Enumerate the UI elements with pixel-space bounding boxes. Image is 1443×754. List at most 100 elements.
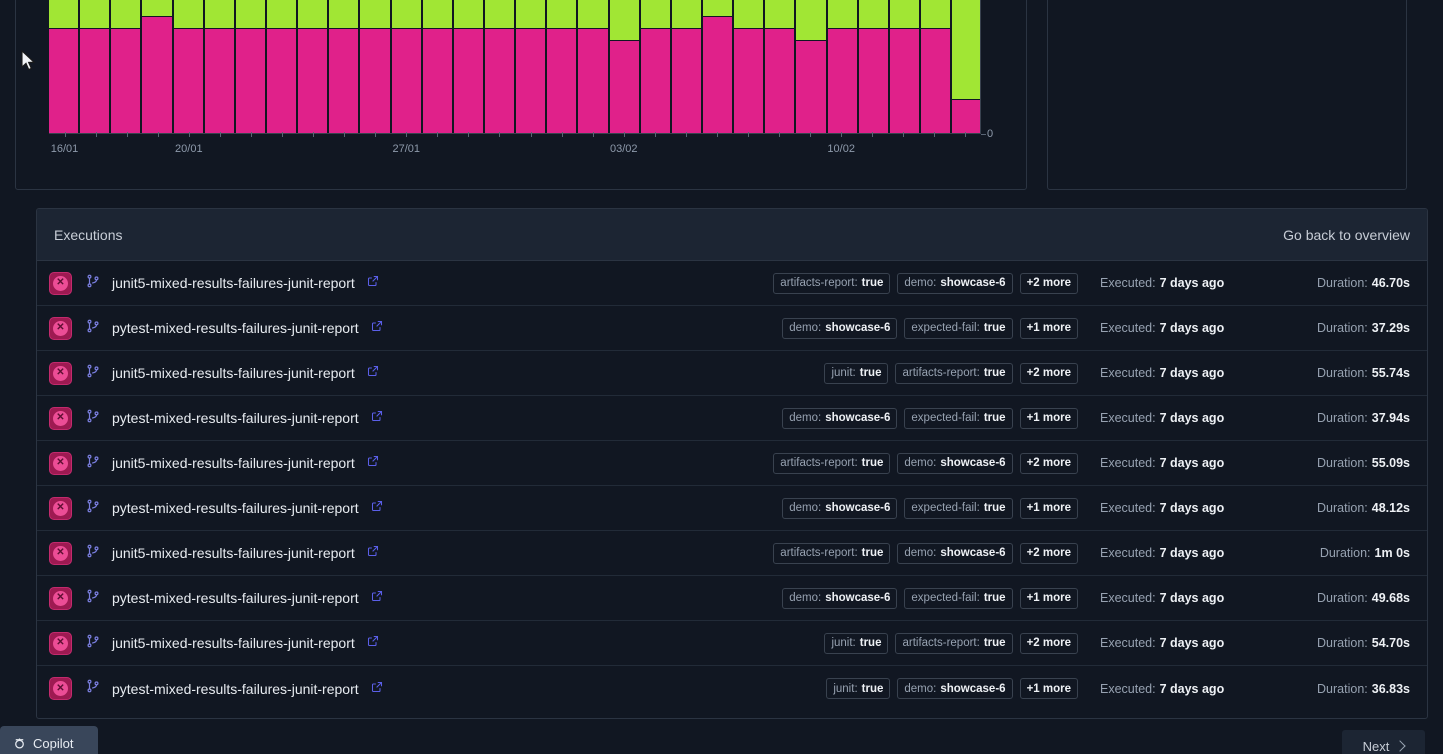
chart-bar-segment-passed xyxy=(859,0,888,28)
execution-name[interactable]: pytest-mixed-results-failures-junit-repo… xyxy=(112,410,359,426)
go-back-to-overview-link[interactable]: Go back to overview xyxy=(1283,227,1410,243)
execution-row[interactable]: ✕junit5-mixed-results-failures-junit-rep… xyxy=(37,261,1427,306)
more-labels-badge[interactable]: +1 more xyxy=(1020,588,1078,609)
chart-x-axis: 16/0120/0127/0103/0210/02 xyxy=(49,137,981,161)
chart-bar[interactable] xyxy=(267,0,296,134)
more-labels-badge[interactable]: +1 more xyxy=(1020,408,1078,429)
chart-bar[interactable] xyxy=(672,0,701,134)
label-badge[interactable]: demo:showcase-6 xyxy=(782,498,897,519)
external-link-icon[interactable] xyxy=(371,680,383,698)
execution-name[interactable]: pytest-mixed-results-failures-junit-repo… xyxy=(112,500,359,516)
external-link-icon[interactable] xyxy=(371,319,383,337)
chart-bar[interactable] xyxy=(765,0,794,134)
execution-name[interactable]: junit5-mixed-results-failures-junit-repo… xyxy=(112,455,355,471)
label-badge[interactable]: demo:showcase-6 xyxy=(782,318,897,339)
label-badge[interactable]: junit:true xyxy=(824,633,888,654)
chart-bar[interactable] xyxy=(578,0,607,134)
copilot-button[interactable]: Copilot xyxy=(0,726,98,754)
chart-bar[interactable] xyxy=(360,0,389,134)
label-badge[interactable]: artifacts-report:true xyxy=(773,273,890,294)
external-link-icon[interactable] xyxy=(367,364,379,382)
duration-value: 49.68s xyxy=(1372,591,1410,605)
chart-bar[interactable] xyxy=(111,0,140,134)
chart-bar[interactable] xyxy=(205,0,234,134)
chart-bar[interactable] xyxy=(952,0,981,134)
external-link-icon[interactable] xyxy=(371,589,383,607)
external-link-icon[interactable] xyxy=(367,454,379,472)
execution-row[interactable]: ✕pytest-mixed-results-failures-junit-rep… xyxy=(37,666,1427,711)
label-badge[interactable]: junit:true xyxy=(824,363,888,384)
chart-bar[interactable] xyxy=(49,0,78,134)
more-labels-badge[interactable]: +2 more xyxy=(1020,453,1078,474)
execution-name[interactable]: pytest-mixed-results-failures-junit-repo… xyxy=(112,320,359,336)
chart-bar[interactable] xyxy=(547,0,576,134)
execution-name[interactable]: pytest-mixed-results-failures-junit-repo… xyxy=(112,590,359,606)
label-badge[interactable]: expected-fail:true xyxy=(904,408,1012,429)
chart-bar[interactable] xyxy=(392,0,421,134)
execution-name[interactable]: junit5-mixed-results-failures-junit-repo… xyxy=(112,545,355,561)
chart-bar[interactable] xyxy=(485,0,514,134)
chart-bar[interactable] xyxy=(796,0,825,134)
label-badge[interactable]: demo:showcase-6 xyxy=(897,273,1012,294)
chart-bar[interactable] xyxy=(828,0,857,134)
chart-bar[interactable] xyxy=(174,0,203,134)
execution-row[interactable]: ✕pytest-mixed-results-failures-junit-rep… xyxy=(37,306,1427,351)
label-badge[interactable]: junit:true xyxy=(826,678,890,699)
label-badge[interactable]: demo:showcase-6 xyxy=(897,678,1012,699)
chart-bar[interactable] xyxy=(142,0,171,134)
more-labels-badge[interactable]: +2 more xyxy=(1020,273,1078,294)
label-badge[interactable]: demo:showcase-6 xyxy=(782,408,897,429)
external-link-icon[interactable] xyxy=(367,544,379,562)
more-labels-badge[interactable]: +1 more xyxy=(1020,498,1078,519)
chart-bar[interactable] xyxy=(734,0,763,134)
label-badge[interactable]: artifacts-report:true xyxy=(773,453,890,474)
duration-value: 54.70s xyxy=(1372,636,1410,650)
chart-bar-segment-failed xyxy=(360,28,389,134)
external-link-icon[interactable] xyxy=(367,634,379,652)
chart-bar[interactable] xyxy=(329,0,358,134)
execution-row[interactable]: ✕pytest-mixed-results-failures-junit-rep… xyxy=(37,396,1427,441)
chart-bar[interactable] xyxy=(516,0,545,134)
more-labels-badge[interactable]: +2 more xyxy=(1020,543,1078,564)
external-link-icon[interactable] xyxy=(371,499,383,517)
chart-bar[interactable] xyxy=(703,0,732,134)
label-badge[interactable]: expected-fail:true xyxy=(904,318,1012,339)
chart-bar[interactable] xyxy=(236,0,265,134)
more-labels-badge[interactable]: +1 more xyxy=(1020,678,1078,699)
label-badge[interactable]: expected-fail:true xyxy=(904,588,1012,609)
execution-row[interactable]: ✕pytest-mixed-results-failures-junit-rep… xyxy=(37,486,1427,531)
label-badge[interactable]: artifacts-report:true xyxy=(773,543,890,564)
chart-bar[interactable] xyxy=(921,0,950,134)
chart-bar[interactable] xyxy=(423,0,452,134)
more-labels-badge[interactable]: +2 more xyxy=(1020,363,1078,384)
label-badge[interactable]: demo:showcase-6 xyxy=(782,588,897,609)
execution-row[interactable]: ✕pytest-mixed-results-failures-junit-rep… xyxy=(37,576,1427,621)
label-badge[interactable]: demo:showcase-6 xyxy=(897,543,1012,564)
label-badge[interactable]: artifacts-report:true xyxy=(895,633,1012,654)
more-labels-badge[interactable]: +1 more xyxy=(1020,318,1078,339)
execution-name[interactable]: junit5-mixed-results-failures-junit-repo… xyxy=(112,275,355,291)
chart-bar[interactable] xyxy=(890,0,919,134)
external-link-icon[interactable] xyxy=(371,409,383,427)
chart-bar[interactable] xyxy=(80,0,109,134)
executed-meta: Executed:7 days ago xyxy=(1100,682,1260,696)
more-labels-badge[interactable]: +2 more xyxy=(1020,633,1078,654)
label-badge[interactable]: artifacts-report:true xyxy=(895,363,1012,384)
label-badge[interactable]: expected-fail:true xyxy=(904,498,1012,519)
execution-name[interactable]: junit5-mixed-results-failures-junit-repo… xyxy=(112,635,355,651)
execution-row[interactable]: ✕junit5-mixed-results-failures-junit-rep… xyxy=(37,351,1427,396)
chart-bar[interactable] xyxy=(859,0,888,134)
chart-bar[interactable] xyxy=(641,0,670,134)
duration-meta: Duration:37.29s xyxy=(1260,321,1410,335)
execution-row[interactable]: ✕junit5-mixed-results-failures-junit-rep… xyxy=(37,441,1427,486)
execution-name[interactable]: pytest-mixed-results-failures-junit-repo… xyxy=(112,681,359,697)
chart-bar[interactable] xyxy=(454,0,483,134)
execution-name[interactable]: junit5-mixed-results-failures-junit-repo… xyxy=(112,365,355,381)
chart-bar[interactable] xyxy=(298,0,327,134)
next-page-button[interactable]: Next xyxy=(1342,730,1425,754)
label-badge[interactable]: demo:showcase-6 xyxy=(897,453,1012,474)
chart-bar[interactable] xyxy=(610,0,639,134)
external-link-icon[interactable] xyxy=(367,274,379,292)
execution-row[interactable]: ✕junit5-mixed-results-failures-junit-rep… xyxy=(37,531,1427,576)
execution-row[interactable]: ✕junit5-mixed-results-failures-junit-rep… xyxy=(37,621,1427,666)
